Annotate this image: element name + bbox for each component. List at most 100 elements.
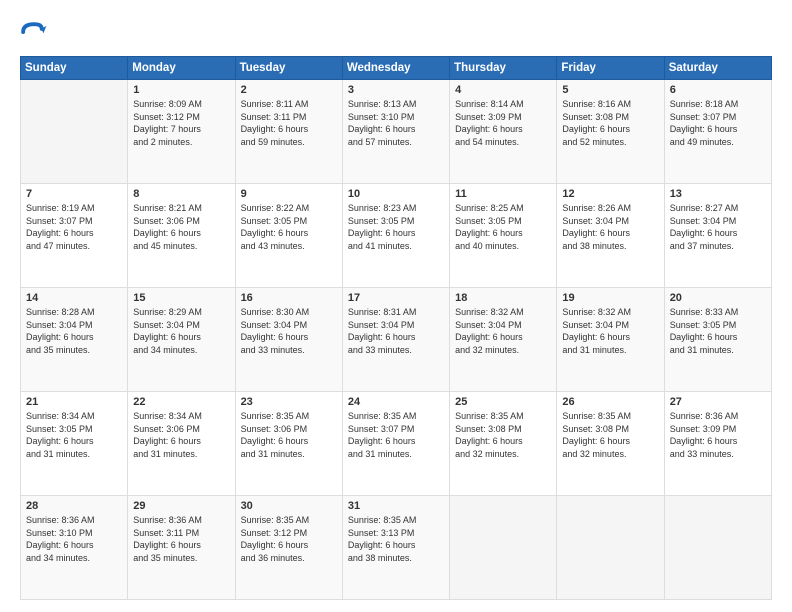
calendar-week-row: 7 Sunrise: 8:19 AM Sunset: 3:07 PM Daylig… <box>21 184 772 288</box>
calendar-week-row: 21 Sunrise: 8:34 AM Sunset: 3:05 PM Dayli… <box>21 392 772 496</box>
day-info: Sunrise: 8:34 AM Sunset: 3:05 PM Dayligh… <box>26 410 122 460</box>
calendar-cell: 30Sunrise: 8:35 AM Sunset: 3:12 PM Dayli… <box>235 496 342 600</box>
day-number: 24 <box>348 396 444 408</box>
day-number: 14 <box>26 292 122 304</box>
calendar-cell: 7 Sunrise: 8:19 AM Sunset: 3:07 PM Daylig… <box>21 184 128 288</box>
calendar-cell: 9Sunrise: 8:22 AM Sunset: 3:05 PM Daylig… <box>235 184 342 288</box>
weekday-header-tuesday: Tuesday <box>235 57 342 80</box>
day-info: Sunrise: 8:32 AM Sunset: 3:04 PM Dayligh… <box>455 306 551 356</box>
calendar-cell: 19 Sunrise: 8:32 AM Sunset: 3:04 PM Dayli… <box>557 288 664 392</box>
weekday-header-row: SundayMondayTuesdayWednesdayThursdayFrid… <box>21 57 772 80</box>
calendar-cell: 8Sunrise: 8:21 AM Sunset: 3:06 PM Daylig… <box>128 184 235 288</box>
calendar-table: SundayMondayTuesdayWednesdayThursdayFrid… <box>20 56 772 600</box>
day-info: Sunrise: 8:18 AM Sunset: 3:07 PM Dayligh… <box>670 98 766 148</box>
header <box>20 18 772 46</box>
calendar-cell: 6 Sunrise: 8:18 AM Sunset: 3:07 PM Daylig… <box>664 80 771 184</box>
day-number: 22 <box>133 396 229 408</box>
weekday-header-monday: Monday <box>128 57 235 80</box>
calendar-cell: 15 Sunrise: 8:29 AM Sunset: 3:04 PM Dayli… <box>128 288 235 392</box>
calendar-cell: 17 Sunrise: 8:31 AM Sunset: 3:04 PM Dayli… <box>342 288 449 392</box>
day-number: 29 <box>133 500 229 512</box>
calendar-cell <box>450 496 557 600</box>
weekday-header-saturday: Saturday <box>664 57 771 80</box>
day-info: Sunrise: 8:36 AM Sunset: 3:11 PM Dayligh… <box>133 514 229 564</box>
calendar-cell: 11Sunrise: 8:25 AM Sunset: 3:05 PM Dayli… <box>450 184 557 288</box>
day-number: 17 <box>348 292 444 304</box>
day-number: 10 <box>348 188 444 200</box>
calendar-cell <box>557 496 664 600</box>
day-info: Sunrise: 8:27 AM Sunset: 3:04 PM Dayligh… <box>670 202 766 252</box>
day-info: Sunrise: 8:11 AM Sunset: 3:11 PM Dayligh… <box>241 98 337 148</box>
day-info: Sunrise: 8:36 AM Sunset: 3:10 PM Dayligh… <box>26 514 122 564</box>
day-info: Sunrise: 8:16 AM Sunset: 3:08 PM Dayligh… <box>562 98 658 148</box>
logo-icon <box>20 18 48 46</box>
calendar-cell: 28 Sunrise: 8:36 AM Sunset: 3:10 PM Dayli… <box>21 496 128 600</box>
day-info: Sunrise: 8:22 AM Sunset: 3:05 PM Dayligh… <box>241 202 337 252</box>
calendar-cell: 4 Sunrise: 8:14 AM Sunset: 3:09 PM Daylig… <box>450 80 557 184</box>
calendar-cell: 14 Sunrise: 8:28 AM Sunset: 3:04 PM Dayli… <box>21 288 128 392</box>
weekday-header-thursday: Thursday <box>450 57 557 80</box>
day-number: 18 <box>455 292 551 304</box>
calendar-cell <box>664 496 771 600</box>
calendar-cell: 2 Sunrise: 8:11 AM Sunset: 3:11 PM Daylig… <box>235 80 342 184</box>
day-number: 8 <box>133 188 229 200</box>
day-number: 21 <box>26 396 122 408</box>
day-number: 7 <box>26 188 122 200</box>
day-info: Sunrise: 8:33 AM Sunset: 3:05 PM Dayligh… <box>670 306 766 356</box>
weekday-header-sunday: Sunday <box>21 57 128 80</box>
day-info: Sunrise: 8:35 AM Sunset: 3:07 PM Dayligh… <box>348 410 444 460</box>
weekday-header-friday: Friday <box>557 57 664 80</box>
day-info: Sunrise: 8:26 AM Sunset: 3:04 PM Dayligh… <box>562 202 658 252</box>
day-info: Sunrise: 8:14 AM Sunset: 3:09 PM Dayligh… <box>455 98 551 148</box>
calendar-cell: 18 Sunrise: 8:32 AM Sunset: 3:04 PM Dayli… <box>450 288 557 392</box>
day-number: 28 <box>26 500 122 512</box>
day-info: Sunrise: 8:31 AM Sunset: 3:04 PM Dayligh… <box>348 306 444 356</box>
weekday-header-wednesday: Wednesday <box>342 57 449 80</box>
day-info: Sunrise: 8:35 AM Sunset: 3:13 PM Dayligh… <box>348 514 444 564</box>
day-number: 26 <box>562 396 658 408</box>
calendar-cell: 12 Sunrise: 8:26 AM Sunset: 3:04 PM Dayli… <box>557 184 664 288</box>
day-info: Sunrise: 8:35 AM Sunset: 3:08 PM Dayligh… <box>455 410 551 460</box>
day-info: Sunrise: 8:32 AM Sunset: 3:04 PM Dayligh… <box>562 306 658 356</box>
day-number: 30 <box>241 500 337 512</box>
day-number: 27 <box>670 396 766 408</box>
calendar-week-row: 28 Sunrise: 8:36 AM Sunset: 3:10 PM Dayli… <box>21 496 772 600</box>
day-number: 2 <box>241 84 337 96</box>
calendar-cell: 26Sunrise: 8:35 AM Sunset: 3:08 PM Dayli… <box>557 392 664 496</box>
calendar-cell: 3Sunrise: 8:13 AM Sunset: 3:10 PM Daylig… <box>342 80 449 184</box>
calendar-cell: 13Sunrise: 8:27 AM Sunset: 3:04 PM Dayli… <box>664 184 771 288</box>
day-number: 19 <box>562 292 658 304</box>
day-info: Sunrise: 8:28 AM Sunset: 3:04 PM Dayligh… <box>26 306 122 356</box>
calendar-cell: 16 Sunrise: 8:30 AM Sunset: 3:04 PM Dayli… <box>235 288 342 392</box>
day-number: 4 <box>455 84 551 96</box>
day-number: 23 <box>241 396 337 408</box>
day-number: 6 <box>670 84 766 96</box>
calendar-cell: 10Sunrise: 8:23 AM Sunset: 3:05 PM Dayli… <box>342 184 449 288</box>
calendar-cell: 24 Sunrise: 8:35 AM Sunset: 3:07 PM Dayli… <box>342 392 449 496</box>
calendar-cell: 1Sunrise: 8:09 AM Sunset: 3:12 PM Daylig… <box>128 80 235 184</box>
day-number: 12 <box>562 188 658 200</box>
calendar-cell: 21 Sunrise: 8:34 AM Sunset: 3:05 PM Dayli… <box>21 392 128 496</box>
day-number: 31 <box>348 500 444 512</box>
day-info: Sunrise: 8:35 AM Sunset: 3:06 PM Dayligh… <box>241 410 337 460</box>
day-info: Sunrise: 8:36 AM Sunset: 3:09 PM Dayligh… <box>670 410 766 460</box>
calendar-cell: 25 Sunrise: 8:35 AM Sunset: 3:08 PM Dayli… <box>450 392 557 496</box>
calendar-cell: 31 Sunrise: 8:35 AM Sunset: 3:13 PM Dayli… <box>342 496 449 600</box>
day-number: 20 <box>670 292 766 304</box>
page: SundayMondayTuesdayWednesdayThursdayFrid… <box>0 0 792 612</box>
calendar-cell: 29 Sunrise: 8:36 AM Sunset: 3:11 PM Dayli… <box>128 496 235 600</box>
day-info: Sunrise: 8:19 AM Sunset: 3:07 PM Dayligh… <box>26 202 122 252</box>
day-number: 5 <box>562 84 658 96</box>
day-info: Sunrise: 8:13 AM Sunset: 3:10 PM Dayligh… <box>348 98 444 148</box>
day-info: Sunrise: 8:29 AM Sunset: 3:04 PM Dayligh… <box>133 306 229 356</box>
day-info: Sunrise: 8:25 AM Sunset: 3:05 PM Dayligh… <box>455 202 551 252</box>
day-number: 25 <box>455 396 551 408</box>
day-info: Sunrise: 8:30 AM Sunset: 3:04 PM Dayligh… <box>241 306 337 356</box>
day-info: Sunrise: 8:09 AM Sunset: 3:12 PM Dayligh… <box>133 98 229 148</box>
day-info: Sunrise: 8:34 AM Sunset: 3:06 PM Dayligh… <box>133 410 229 460</box>
calendar-week-row: 14 Sunrise: 8:28 AM Sunset: 3:04 PM Dayli… <box>21 288 772 392</box>
day-number: 16 <box>241 292 337 304</box>
calendar-week-row: 1Sunrise: 8:09 AM Sunset: 3:12 PM Daylig… <box>21 80 772 184</box>
calendar-cell: 20 Sunrise: 8:33 AM Sunset: 3:05 PM Dayli… <box>664 288 771 392</box>
day-number: 15 <box>133 292 229 304</box>
